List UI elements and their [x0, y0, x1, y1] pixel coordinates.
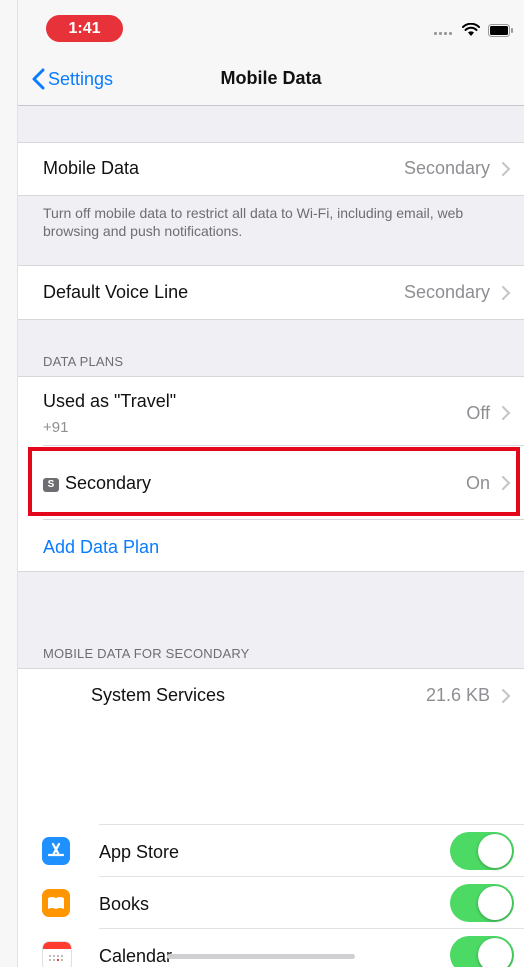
- books-label: Books: [99, 894, 150, 914]
- chevron-right-icon: [502, 406, 511, 420]
- plan-travel-row[interactable]: Used as "Travel" +91 Off: [18, 377, 524, 445]
- left-gutter: [0, 0, 18, 967]
- default-voice-line-value: Secondary: [403, 282, 490, 302]
- mobile-data-row[interactable]: Mobile Data Secondary: [18, 142, 524, 196]
- plan-travel-value: Off: [466, 403, 490, 423]
- status-bar: 1:41: [18, 0, 524, 52]
- status-icons: [434, 20, 514, 40]
- sim-badge: S: [43, 478, 59, 492]
- navigation-bar: Settings Mobile Data: [18, 52, 524, 106]
- app-store-label: App Store: [99, 842, 180, 862]
- cellular-signal-icon: [434, 25, 454, 35]
- plan-travel-number: +91: [43, 419, 69, 436]
- app-store-toggle[interactable]: [450, 832, 514, 870]
- calendar-icon: [42, 941, 72, 967]
- calendar-label: Calendar: [99, 946, 173, 966]
- wifi-icon: [462, 23, 480, 36]
- plan-secondary-label: S Secondary: [43, 473, 151, 494]
- divider: [43, 519, 524, 520]
- books-toggle[interactable]: [450, 884, 514, 922]
- mobile-data-for-secondary-header: MOBILE DATA FOR SECONDARY: [43, 646, 250, 661]
- chevron-right-icon: [502, 476, 511, 490]
- app-row-books: Books: [18, 878, 524, 928]
- add-data-plan-button[interactable]: Add Data Plan: [43, 537, 159, 558]
- chevron-right-icon: [502, 689, 511, 703]
- chevron-right-icon: [502, 286, 511, 300]
- system-services-label: System Services: [91, 685, 226, 705]
- divider: [43, 445, 524, 446]
- divider: [99, 824, 524, 825]
- mobile-data-footer: Turn off mobile data to restrict all dat…: [43, 205, 464, 239]
- settings-screen: 1:41 Settings Mobile Data Mobile Data Se…: [18, 0, 524, 967]
- calendar-toggle[interactable]: [450, 936, 514, 967]
- chevron-right-icon: [502, 162, 511, 176]
- data-plans-header: DATA PLANS: [43, 354, 124, 369]
- device-frame: 1:41 Settings Mobile Data Mobile Data Se…: [0, 0, 524, 967]
- system-services-row[interactable]: System Services 21.6 KB: [18, 669, 524, 721]
- mobile-data-label: Mobile Data: [43, 158, 140, 178]
- plan-secondary-value: On: [465, 473, 490, 493]
- app-row-app-store: App Store: [18, 826, 524, 876]
- plan-travel-label: Used as "Travel": [43, 391, 177, 411]
- page-title: Mobile Data: [220, 68, 322, 88]
- system-services-value: 21.6 KB: [425, 685, 490, 705]
- default-voice-line-label: Default Voice Line: [43, 282, 189, 302]
- app-row-calendar: Calendar: [18, 930, 524, 967]
- plan-secondary-row[interactable]: S Secondary On: [18, 448, 524, 516]
- divider: [99, 928, 524, 929]
- home-indicator[interactable]: [167, 954, 355, 959]
- battery-icon: [488, 23, 513, 37]
- app-store-icon: [42, 837, 70, 865]
- status-time[interactable]: 1:41: [46, 15, 123, 42]
- plan-secondary-name: Secondary: [65, 473, 152, 493]
- mobile-data-value: Secondary: [403, 158, 490, 178]
- books-icon: [42, 889, 70, 917]
- default-voice-line-row[interactable]: Default Voice Line Secondary: [18, 265, 524, 320]
- divider: [99, 876, 524, 877]
